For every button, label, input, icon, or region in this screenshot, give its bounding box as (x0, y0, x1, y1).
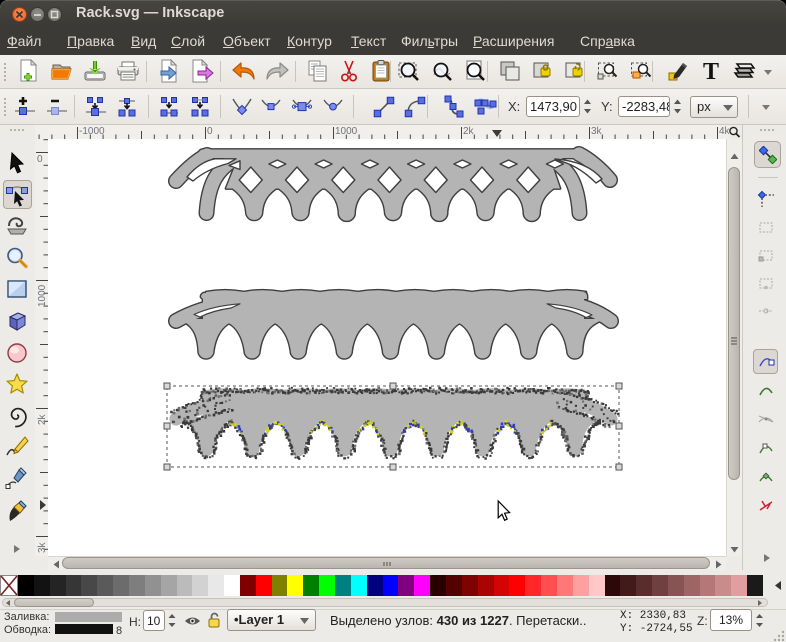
svg-text:3k: 3k (591, 126, 603, 137)
svg-text:-1000: -1000 (79, 126, 105, 137)
svg-text:2k: 2k (37, 413, 48, 425)
svg-text:0: 0 (207, 126, 213, 137)
svg-text:3k: 3k (37, 541, 48, 553)
svg-text:0: 0 (37, 154, 43, 165)
svg-text:1000: 1000 (37, 284, 48, 307)
svg-text:2k: 2k (463, 126, 475, 137)
svg-text:1000: 1000 (335, 126, 358, 137)
